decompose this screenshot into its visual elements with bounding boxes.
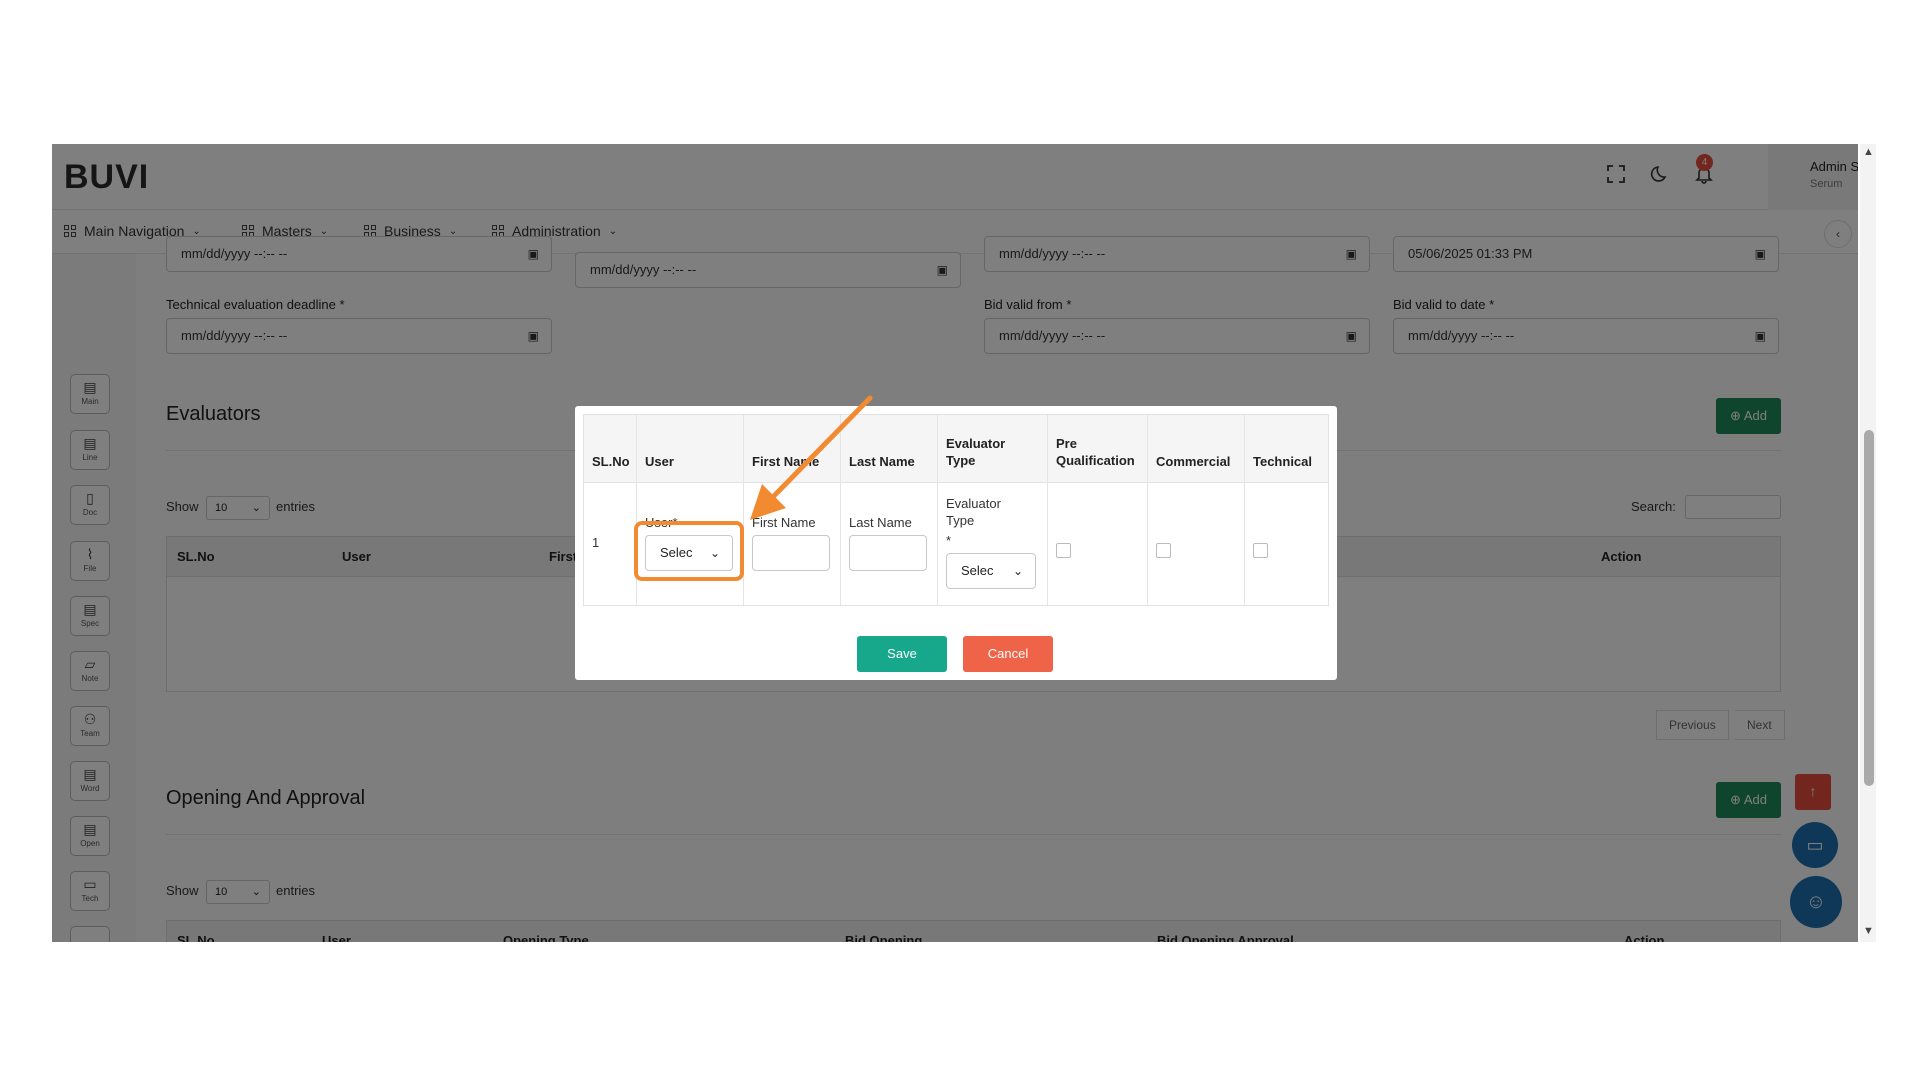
header-evaluator-type: Evaluator Type (946, 436, 1006, 468)
scroll-down-arrow-icon[interactable]: ▼ (1863, 925, 1874, 937)
header-technical: Technical (1253, 454, 1313, 469)
pre-qualification-checkbox[interactable] (1056, 543, 1071, 558)
header-commercial: Commercial (1156, 454, 1231, 469)
chevron-down-icon: ⌄ (1012, 564, 1023, 578)
last-name-input[interactable] (849, 535, 927, 571)
evaluator-type-label: Evaluator Type (946, 496, 1001, 528)
header-user: User (645, 454, 674, 469)
row-slno: 1 (592, 535, 600, 550)
save-button[interactable]: Save (857, 636, 947, 672)
evaluator-type-select[interactable]: Selec ⌄ (946, 553, 1036, 589)
scroll-up-arrow-icon[interactable]: ▲ (1863, 146, 1874, 158)
technical-checkbox[interactable] (1253, 543, 1268, 558)
first-name-input[interactable] (752, 535, 830, 571)
scrollbar-thumb[interactable] (1864, 430, 1874, 786)
header-pre-qualification: Pre Qualification (1056, 436, 1135, 468)
highlight-box (634, 521, 744, 581)
commercial-checkbox[interactable] (1156, 543, 1171, 558)
cancel-button[interactable]: Cancel (963, 636, 1053, 672)
header-slno: SL.No (592, 454, 630, 469)
annotation-arrow-icon (750, 395, 873, 520)
evaluator-required-mark: * (946, 533, 952, 548)
